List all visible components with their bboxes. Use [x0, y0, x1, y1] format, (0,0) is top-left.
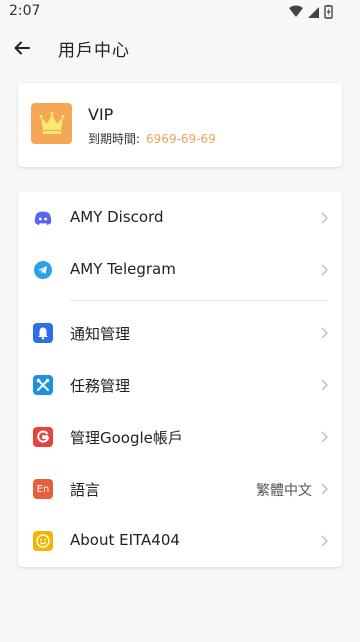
bell-icon	[33, 323, 53, 343]
chevron-right-icon	[321, 264, 328, 276]
back-button[interactable]	[8, 34, 36, 62]
page-title: 用戶中心	[58, 41, 130, 61]
app-bar: 用戶中心	[0, 24, 360, 72]
chevron-right-icon	[321, 535, 328, 547]
wifi-icon	[289, 5, 303, 17]
menu-label: About EITA404	[70, 531, 180, 549]
menu-label: 任務管理	[70, 377, 131, 395]
google-g-icon	[33, 427, 53, 447]
menu-divider	[70, 300, 328, 301]
menu-item-telegram[interactable]: AMY Telegram	[18, 244, 342, 296]
menu-item-language[interactable]: En 語言 繁體中文	[18, 463, 342, 515]
status-bar: 2:07	[0, 0, 360, 24]
status-icons	[288, 5, 340, 19]
menu-label: AMY Telegram	[70, 260, 176, 278]
menu-item-notifications[interactable]: 通知管理	[18, 307, 342, 359]
menu-label: AMY Discord	[70, 208, 164, 226]
menu-item-tasks[interactable]: 任務管理	[18, 359, 342, 411]
language-en-icon: En	[33, 479, 53, 499]
language-icon-text: En	[36, 483, 50, 495]
vip-card: VIP 到期時間: 6969-69-69	[18, 83, 342, 167]
discord-icon	[33, 208, 53, 228]
arrow-left-icon	[14, 41, 30, 55]
expiry-date: 6969-69-69	[146, 132, 216, 146]
expiry-label: 到期時間:	[88, 132, 141, 146]
signal-icon	[308, 7, 319, 18]
menu-label: 通知管理	[70, 325, 131, 343]
smiley-icon	[33, 531, 53, 551]
menu-card: AMY Discord AMY Telegram 通知管理 任務管理 管理Goo…	[18, 192, 342, 567]
vip-expiry: 到期時間: 6969-69-69	[88, 130, 216, 147]
chevron-right-icon	[321, 327, 328, 339]
menu-item-discord[interactable]: AMY Discord	[18, 192, 342, 244]
menu-item-google-account[interactable]: 管理Google帳戶	[18, 411, 342, 463]
chevron-right-icon	[321, 212, 328, 224]
vip-title: VIP	[88, 105, 114, 124]
crown-icon	[38, 111, 65, 134]
battery-icon	[324, 5, 333, 19]
menu-label: 管理Google帳戶	[70, 429, 183, 447]
chevron-right-icon	[321, 431, 328, 443]
telegram-icon	[33, 260, 53, 280]
chevron-right-icon	[321, 379, 328, 391]
status-time: 2:07	[9, 3, 41, 19]
menu-item-about[interactable]: About EITA404	[18, 515, 342, 567]
vip-badge	[31, 103, 72, 144]
tools-icon	[33, 375, 53, 395]
menu-label: 語言	[70, 481, 101, 499]
language-value: 繁體中文	[256, 483, 312, 499]
chevron-right-icon	[321, 483, 328, 495]
